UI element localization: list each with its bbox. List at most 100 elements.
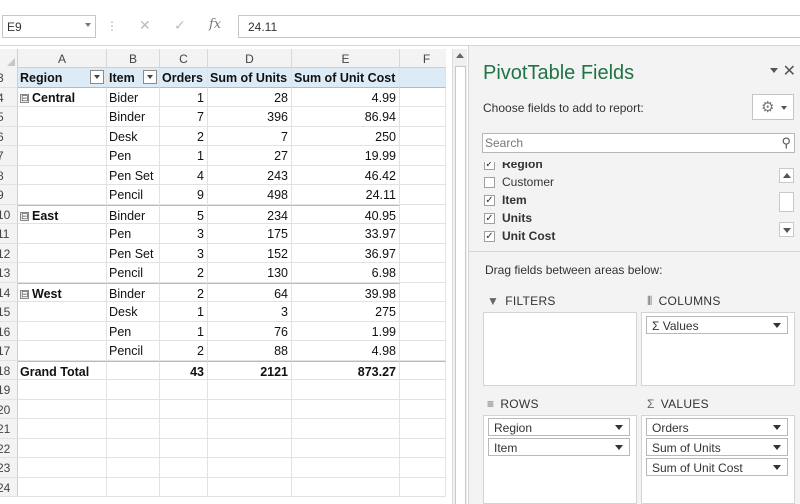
filter-dropdown-button[interactable] <box>143 70 157 84</box>
enter-icon[interactable]: ✓ <box>174 17 186 34</box>
empty-cell[interactable] <box>208 380 292 400</box>
empty-cell[interactable] <box>400 302 446 322</box>
values-sum-units-pill[interactable]: Sum of Units <box>646 438 788 456</box>
empty-cell[interactable] <box>18 224 107 244</box>
collapse-icon[interactable]: ⊟ <box>20 93 29 103</box>
pivot-cell[interactable]: Binder <box>107 204 160 224</box>
chevron-down-icon[interactable] <box>773 465 781 470</box>
pivot-cell[interactable]: 1.99 <box>292 321 400 341</box>
rows-item-pill[interactable]: Item <box>488 438 630 456</box>
empty-cell[interactable] <box>208 458 292 478</box>
pane-options-chevron-icon[interactable] <box>770 68 778 73</box>
empty-cell[interactable] <box>18 107 107 127</box>
empty-cell[interactable] <box>160 380 208 400</box>
field-list-scrollbar[interactable] <box>779 168 794 240</box>
pivot-cell[interactable]: 498 <box>208 185 292 205</box>
pivot-cell[interactable]: 243 <box>208 165 292 185</box>
pivot-header-cell[interactable]: Item <box>107 68 160 88</box>
pivot-cell[interactable]: 234 <box>208 204 292 224</box>
pivot-cell[interactable]: 2 <box>160 126 208 146</box>
pivot-cell[interactable]: 40.95 <box>292 204 400 224</box>
pivot-cell[interactable]: ⊟ West <box>18 282 107 302</box>
row-header[interactable]: 23 <box>0 458 18 478</box>
empty-cell[interactable] <box>400 165 446 185</box>
tools-button[interactable]: ⚙ <box>752 94 794 120</box>
row-header[interactable]: 15 <box>0 302 18 322</box>
pivot-cell[interactable]: 36.97 <box>292 243 400 263</box>
empty-cell[interactable] <box>107 419 160 439</box>
field-checkbox[interactable]: ✓ <box>484 213 495 224</box>
pivot-cell[interactable]: 76 <box>208 321 292 341</box>
pivot-cell[interactable]: Pen <box>107 224 160 244</box>
empty-cell[interactable] <box>18 165 107 185</box>
row-header[interactable]: 20 <box>0 399 18 419</box>
pivot-cell[interactable]: 1 <box>160 146 208 166</box>
row-header[interactable]: 24 <box>0 477 18 497</box>
row-header[interactable]: 19 <box>0 380 18 400</box>
pivot-cell[interactable]: 64 <box>208 282 292 302</box>
empty-cell[interactable] <box>400 321 446 341</box>
pivot-cell[interactable]: Grand Total <box>18 360 107 380</box>
formula-input[interactable]: 24.11 <box>238 15 800 38</box>
pivot-cell[interactable]: Bider <box>107 87 160 107</box>
pivot-cell[interactable]: 19.99 <box>292 146 400 166</box>
insert-function-icon[interactable]: fx <box>209 17 221 32</box>
pivot-cell[interactable]: 4.98 <box>292 341 400 361</box>
empty-cell[interactable] <box>18 321 107 341</box>
collapse-icon[interactable]: ⊟ <box>20 211 29 221</box>
empty-cell[interactable] <box>400 380 446 400</box>
vertical-scrollbar[interactable] <box>452 49 467 504</box>
pivot-cell[interactable]: 175 <box>208 224 292 244</box>
chevron-down-icon[interactable] <box>773 323 781 328</box>
empty-cell[interactable] <box>400 477 446 497</box>
pivot-cell[interactable]: 3 <box>208 302 292 322</box>
row-header[interactable]: 13 <box>0 263 18 283</box>
pivot-cell[interactable]: 2 <box>160 282 208 302</box>
row-header[interactable]: 8 <box>0 165 18 185</box>
row-header[interactable]: 5 <box>0 107 18 127</box>
empty-cell[interactable] <box>400 399 446 419</box>
empty-cell[interactable] <box>400 146 446 166</box>
pivot-cell[interactable]: Pencil <box>107 341 160 361</box>
empty-cell[interactable] <box>400 263 446 283</box>
empty-cell[interactable] <box>400 224 446 244</box>
empty-cell[interactable] <box>18 477 107 497</box>
empty-cell[interactable] <box>18 458 107 478</box>
empty-cell[interactable] <box>400 458 446 478</box>
row-header[interactable]: 17 <box>0 341 18 361</box>
empty-cell[interactable] <box>292 380 400 400</box>
empty-cell[interactable] <box>107 360 160 380</box>
chevron-down-icon[interactable] <box>85 23 91 27</box>
pivot-cell[interactable]: 396 <box>208 107 292 127</box>
close-icon[interactable]: ✕ <box>783 61 796 81</box>
pivot-cell[interactable]: 3 <box>160 224 208 244</box>
pivot-cell[interactable]: Desk <box>107 302 160 322</box>
row-header[interactable]: 11 <box>0 224 18 244</box>
empty-cell[interactable] <box>160 477 208 497</box>
pivot-cell[interactable]: Pen Set <box>107 165 160 185</box>
empty-cell[interactable] <box>18 243 107 263</box>
field-checkbox[interactable]: ✓ <box>484 195 495 206</box>
pivot-cell[interactable]: 3 <box>160 243 208 263</box>
pivot-cell[interactable]: 46.42 <box>292 165 400 185</box>
pivot-cell[interactable]: 88 <box>208 341 292 361</box>
empty-cell[interactable] <box>18 126 107 146</box>
values-sum-unit-cost-pill[interactable]: Sum of Unit Cost <box>646 458 788 476</box>
rows-region-pill[interactable]: Region <box>488 418 630 436</box>
empty-cell[interactable] <box>400 360 446 380</box>
empty-cell[interactable] <box>18 185 107 205</box>
empty-cell[interactable] <box>208 438 292 458</box>
chevron-down-icon[interactable] <box>615 445 623 450</box>
pivot-cell[interactable]: 24.11 <box>292 185 400 205</box>
pivot-cell[interactable]: 873.27 <box>292 360 400 380</box>
empty-cell[interactable] <box>400 419 446 439</box>
row-header[interactable]: 22 <box>0 438 18 458</box>
empty-cell[interactable] <box>107 399 160 419</box>
pivot-cell[interactable]: ⊟ Central <box>18 87 107 107</box>
scroll-down-icon[interactable] <box>779 222 794 237</box>
empty-cell[interactable] <box>18 399 107 419</box>
spreadsheet-grid[interactable]: A B C D E F 3RegionItemOrdersSum of Unit… <box>0 49 446 504</box>
field-search-input[interactable]: Search ⚲ <box>482 133 795 153</box>
pivot-cell[interactable]: 43 <box>160 360 208 380</box>
values-orders-pill[interactable]: Orders <box>646 418 788 436</box>
